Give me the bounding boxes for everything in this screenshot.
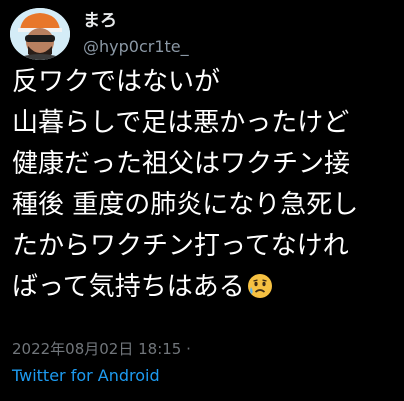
tweet-line: 反ワクではないが [12,67,221,97]
avatar[interactable] [10,8,70,60]
tweet-text: 反ワクではないが 山暮らしで足は悪かったけど 健康だった祖父はワクチン接 種後 … [12,62,398,308]
tweet-line: 山暮らしで足は悪かったけど [12,108,350,138]
tweet-timestamp[interactable]: 2022年08月02日 18:15 · [12,339,191,359]
tweet-line: 健康だった祖父はワクチン接 [12,149,351,179]
avatar-image [10,8,70,60]
tweet-line: たからワクチン打ってなけれ [12,231,349,261]
tweet-line-text: ばって気持ちはある [12,272,245,302]
tweet-header: まろ @hyp0cr1te_ [10,4,394,60]
tweet-line-last: ばって気持ちはある [12,267,398,308]
user-names: まろ @hyp0cr1te_ [83,10,189,58]
sad-sweat-face-icon [247,274,272,298]
display-name[interactable]: まろ [83,10,189,32]
user-handle[interactable]: @hyp0cr1te_ [83,36,189,58]
tweet-source-link[interactable]: Twitter for Android [12,366,160,386]
tweet-line: 種後 重度の肺炎になり急死し [12,190,359,220]
